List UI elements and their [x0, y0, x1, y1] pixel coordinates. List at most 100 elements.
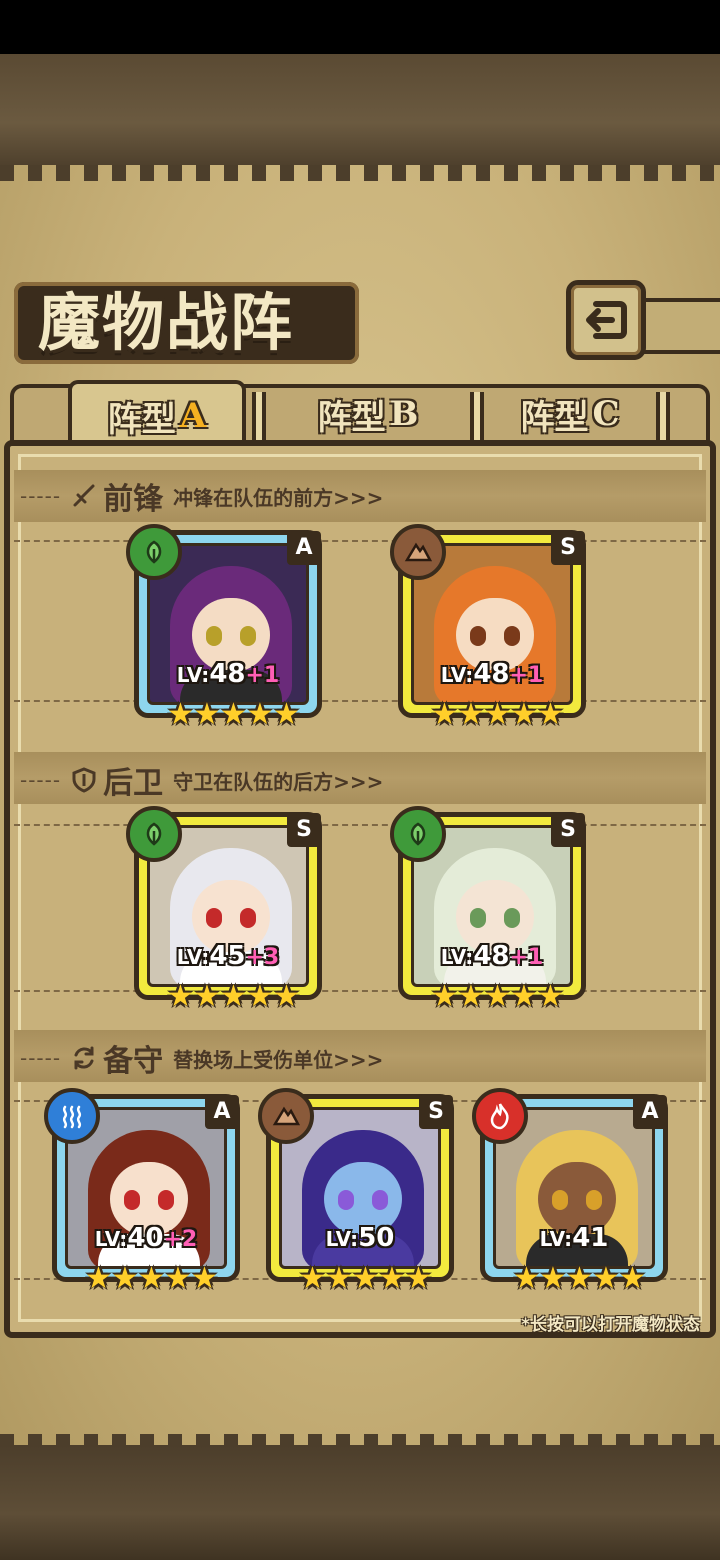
page-title: 魔物战阵: [38, 286, 295, 359]
leaf-icon: [410, 822, 426, 846]
section-header-rear: ----- 后卫 守卫在队伍的后方>>>: [20, 758, 383, 802]
level-tag: LV:: [440, 945, 474, 969]
star-icon: ★: [193, 979, 221, 1014]
star-icon: ★: [510, 979, 538, 1014]
section-desc: 守卫在队伍的后方>>>: [173, 769, 384, 794]
star-icon: ★: [273, 697, 300, 732]
star-icon: ★: [191, 1261, 218, 1296]
fire-icon: [490, 1103, 509, 1130]
star-icon: ★: [167, 697, 194, 732]
tab-divider: [470, 392, 484, 442]
star-rating: ★ ★ ★ ★ ★: [431, 697, 564, 732]
star-icon: ★: [510, 697, 538, 732]
tab-formation-c[interactable]: 阵型 C: [490, 380, 650, 448]
slot-divider: [14, 540, 706, 542]
leaf-icon: [146, 540, 162, 564]
level-tag: LV:: [325, 1227, 359, 1251]
rank-badge: S: [551, 531, 585, 565]
star-rating: ★ ★ ★ ★ ★: [431, 979, 564, 1014]
section-dashes: -----: [20, 1046, 62, 1070]
rank-badge: A: [205, 1095, 239, 1129]
tab-formation-a[interactable]: 阵型 A: [68, 380, 246, 448]
level-tag: LV:: [440, 663, 474, 687]
star-rating: ★ ★ ★ ★ ★: [167, 697, 300, 732]
star-rating: ★ ★ ★ ★ ★: [167, 979, 300, 1014]
element-badge: [126, 524, 182, 580]
level-bonus: +3: [245, 945, 280, 970]
section-title: 后卫: [103, 766, 164, 801]
level-value: 50: [358, 1223, 395, 1253]
star-icon: ★: [193, 697, 221, 732]
element-badge: [258, 1088, 314, 1144]
star-icon: ★: [566, 1261, 593, 1296]
star-icon: ★: [484, 697, 511, 732]
tab-label: 阵型: [107, 399, 176, 440]
element-badge: [390, 524, 446, 580]
star-icon: ★: [592, 1261, 620, 1296]
star-icon: ★: [513, 1261, 540, 1296]
section-header-reserve: ----- 备守 替换场上受伤单位>>>: [20, 1036, 383, 1080]
element-badge: [390, 806, 446, 862]
rank-badge: A: [633, 1095, 667, 1129]
element-badge: [472, 1088, 528, 1144]
star-icon: ★: [246, 979, 274, 1014]
tab-label: 阵型: [520, 397, 589, 438]
swap-icon: [74, 1046, 94, 1070]
slot-divider: [14, 700, 706, 702]
star-icon: ★: [619, 1261, 646, 1296]
level-bonus: +1: [509, 663, 544, 688]
tab-suffix: C: [592, 394, 620, 434]
section-header-front: ----- 前锋 冲锋在队伍的前方>>>: [20, 474, 383, 518]
star-icon: ★: [220, 979, 247, 1014]
section-desc: 替换场上受伤单位>>>: [173, 1047, 384, 1072]
star-icon: ★: [164, 1261, 192, 1296]
star-icon: ★: [85, 1261, 112, 1296]
level-value: 40: [127, 1223, 164, 1253]
star-icon: ★: [457, 979, 485, 1014]
tab-suffix: A: [179, 396, 207, 436]
back-button-bar: [640, 298, 720, 354]
star-icon: ★: [457, 697, 485, 732]
level-value: 48: [473, 659, 510, 689]
level-label: LV:48+1: [403, 941, 581, 971]
tab-label: 阵型: [317, 397, 386, 438]
mountain-icon: [272, 1106, 301, 1126]
tab-suffix: B: [389, 394, 419, 434]
status-bar: [0, 0, 720, 54]
rank-badge: S: [287, 813, 321, 847]
star-icon: ★: [378, 1261, 406, 1296]
level-label: LV:45+3: [139, 941, 317, 971]
section-title: 备守: [103, 1044, 164, 1079]
map-background-bottom: [0, 1445, 720, 1560]
star-icon: ★: [484, 979, 511, 1014]
star-icon: ★: [273, 979, 300, 1014]
star-icon: ★: [537, 697, 564, 732]
star-icon: ★: [352, 1261, 379, 1296]
star-icon: ★: [431, 697, 458, 732]
leaf-icon: [146, 822, 162, 846]
back-button[interactable]: [566, 280, 646, 360]
tab-formation-b[interactable]: 阵型 B: [270, 380, 466, 448]
level-tag: LV:: [94, 1227, 128, 1251]
level-value: 48: [209, 659, 246, 689]
shield-icon: [72, 767, 96, 793]
back-arrow-icon: [586, 301, 627, 339]
star-icon: ★: [167, 979, 194, 1014]
star-rating: ★ ★ ★ ★ ★: [299, 1261, 432, 1296]
star-icon: ★: [111, 1261, 139, 1296]
tab-divider: [252, 392, 266, 442]
level-tag: LV:: [176, 663, 210, 687]
star-icon: ★: [537, 979, 564, 1014]
level-tag: LV:: [539, 1227, 573, 1251]
slot-divider: [14, 990, 706, 992]
star-icon: ★: [299, 1261, 326, 1296]
long-press-hint: *长按可以打开魔物状态: [521, 1315, 700, 1335]
element-badge: [126, 806, 182, 862]
level-value: 48: [473, 941, 510, 971]
level-label: LV:48+1: [139, 659, 317, 689]
rank-badge: S: [551, 813, 585, 847]
tab-divider: [656, 392, 670, 442]
level-label: LV:41: [485, 1223, 663, 1253]
level-bonus: +1: [245, 663, 280, 688]
level-bonus: +1: [509, 945, 544, 970]
